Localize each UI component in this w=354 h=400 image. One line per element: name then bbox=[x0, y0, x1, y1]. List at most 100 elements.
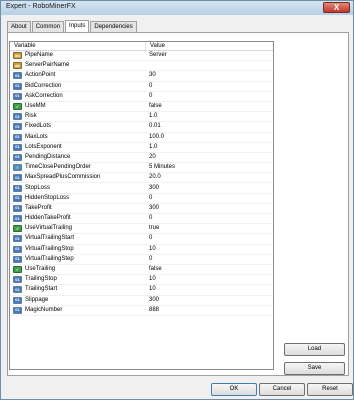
number-icon: 01 bbox=[13, 174, 22, 182]
number-icon: 01 bbox=[13, 153, 22, 161]
title-bar[interactable]: Expert - RoboMinerFX X bbox=[1, 1, 353, 15]
table-row[interactable]: 01 TrailingStop 10 bbox=[10, 275, 273, 286]
table-row[interactable]: ab ServerPairName bbox=[10, 61, 273, 72]
parameter-value[interactable]: false bbox=[146, 102, 273, 111]
table-row[interactable]: 01 Slippage 300 bbox=[10, 296, 273, 306]
parameter-value[interactable]: false bbox=[146, 265, 273, 274]
tab-inputs[interactable]: Inputs bbox=[65, 20, 90, 32]
table-row[interactable]: 01 PendingDistance 20 bbox=[10, 153, 273, 164]
variable-cell[interactable]: 01 HiddenStopLoss bbox=[10, 194, 146, 203]
table-row[interactable]: 01 VirtualTrailingStop 10 bbox=[10, 245, 273, 255]
table-row[interactable]: 01 MaxLots 100.0 bbox=[10, 133, 273, 143]
parameter-value[interactable]: 0 bbox=[146, 255, 273, 264]
table-row[interactable]: 01 ActionPoint 30 bbox=[10, 71, 273, 82]
table-row[interactable]: 01 HiddenTakeProfit 0 bbox=[10, 214, 273, 225]
table-row[interactable]: 01 LotsExponent 1.0 bbox=[10, 143, 273, 153]
table-row[interactable]: ≡ TimeClosePendingOrder 5 Minutes bbox=[10, 163, 273, 174]
parameter-value[interactable]: 0 bbox=[146, 234, 273, 243]
parameter-value[interactable]: 300 bbox=[146, 204, 273, 213]
variable-cell[interactable]: 01 PendingDistance bbox=[10, 153, 146, 162]
tab-common[interactable]: Common bbox=[31, 21, 65, 32]
variable-cell[interactable]: 01 MagicNumber bbox=[10, 306, 146, 315]
variable-cell[interactable]: 01 HiddenTakeProfit bbox=[10, 214, 146, 223]
tab-about[interactable]: About bbox=[7, 21, 31, 32]
table-row[interactable]: ✓ UseVirtualTrailing true bbox=[10, 224, 273, 235]
reset-button[interactable]: Reset bbox=[307, 383, 353, 396]
parameter-value[interactable]: 20.0 bbox=[146, 173, 273, 182]
variable-cell[interactable]: 01 VirtualTrailingStep bbox=[10, 255, 146, 264]
table-row[interactable]: 01 BidCorrection 0 bbox=[10, 82, 273, 92]
variable-cell[interactable]: ≡ TimeClosePendingOrder bbox=[10, 163, 146, 172]
ok-button[interactable]: OK bbox=[211, 383, 257, 396]
variable-cell[interactable]: 01 AskCorrection bbox=[10, 92, 146, 101]
parameter-value[interactable]: Server bbox=[146, 51, 273, 60]
variable-cell[interactable]: 01 LotsExponent bbox=[10, 143, 146, 152]
table-row[interactable]: 01 VirtualTrailingStart 0 bbox=[10, 234, 273, 245]
variable-cell[interactable]: 01 TakeProfit bbox=[10, 204, 146, 213]
variable-cell[interactable]: 01 StopLoss bbox=[10, 183, 146, 192]
grid-rows: ab PipeName Server ab ServerPairName 01 Action… bbox=[10, 51, 273, 316]
save-button[interactable]: Save bbox=[284, 362, 345, 375]
variable-cell[interactable]: ab ServerPairName bbox=[10, 61, 146, 70]
table-row[interactable]: 01 TrailingStart 10 bbox=[10, 285, 273, 296]
variable-cell[interactable]: 01 TrailingStart bbox=[10, 285, 146, 294]
parameter-value[interactable]: 300 bbox=[146, 296, 273, 305]
tab-dependencies[interactable]: Dependencies bbox=[90, 21, 137, 32]
number-icon: 01 bbox=[13, 235, 22, 243]
variable-cell[interactable]: 01 Risk bbox=[10, 112, 146, 121]
variable-cell[interactable]: ✓ UseMM bbox=[10, 102, 146, 111]
variable-cell[interactable]: 01 BidCorrection bbox=[10, 82, 146, 91]
variable-cell[interactable]: ab PipeName bbox=[10, 51, 146, 60]
parameter-value[interactable]: 888 bbox=[146, 306, 273, 315]
variable-cell[interactable]: 01 TrailingStop bbox=[10, 275, 146, 284]
close-button[interactable]: X bbox=[323, 2, 350, 13]
ab-icon: ab bbox=[13, 62, 22, 70]
parameter-value[interactable]: 20 bbox=[146, 153, 273, 162]
variable-cell[interactable]: 01 MaxSpreadPlusCommission bbox=[10, 173, 146, 182]
parameter-value[interactable]: 300 bbox=[146, 184, 273, 193]
table-row[interactable]: 01 StopLoss 300 bbox=[10, 183, 273, 194]
parameter-value[interactable]: 10 bbox=[146, 245, 273, 254]
table-row[interactable]: 01 HiddenStopLoss 0 bbox=[10, 194, 273, 204]
parameter-value[interactable]: 0 bbox=[146, 214, 273, 223]
table-row[interactable]: 01 MagicNumber 888 bbox=[10, 306, 273, 316]
table-row[interactable]: ab PipeName Server bbox=[10, 51, 273, 62]
value-column-header[interactable]: Value bbox=[146, 42, 273, 50]
number-icon: 01 bbox=[13, 123, 22, 131]
parameter-value[interactable]: 0 bbox=[146, 82, 273, 91]
parameter-name: LotsExponent bbox=[25, 143, 62, 150]
variable-cell[interactable]: 01 Slippage bbox=[10, 296, 146, 305]
table-row[interactable]: 01 AskCorrection 0 bbox=[10, 92, 273, 102]
parameter-value[interactable]: 1.0 bbox=[146, 112, 273, 121]
parameter-value[interactable]: 1.0 bbox=[146, 143, 273, 152]
variable-cell[interactable]: ✓ UseTrailing bbox=[10, 265, 146, 274]
table-row[interactable]: 01 MaxSpreadPlusCommission 20.0 bbox=[10, 173, 273, 184]
table-row[interactable]: ✓ UseMM false bbox=[10, 102, 273, 113]
parameter-value[interactable]: 0 bbox=[146, 194, 273, 203]
variable-cell[interactable]: 01 VirtualTrailingStop bbox=[10, 245, 146, 254]
number-icon: 01 bbox=[13, 215, 22, 223]
parameter-value[interactable]: 10 bbox=[146, 285, 273, 294]
variable-cell[interactable]: 01 VirtualTrailingStart bbox=[10, 234, 146, 243]
table-row[interactable]: 01 Risk 1.0 bbox=[10, 112, 273, 123]
variable-column-header[interactable]: Variable bbox=[10, 42, 146, 50]
parameter-value[interactable]: 10 bbox=[146, 275, 273, 284]
parameter-value[interactable]: 5 Minutes bbox=[146, 163, 273, 172]
table-row[interactable]: 01 TakeProfit 300 bbox=[10, 204, 273, 214]
parameter-name: UseMM bbox=[25, 103, 46, 110]
variable-cell[interactable]: 01 MaxLots bbox=[10, 133, 146, 142]
variable-cell[interactable]: ✓ UseVirtualTrailing bbox=[10, 224, 146, 233]
cancel-button[interactable]: Cancel bbox=[259, 383, 305, 396]
parameter-value[interactable]: 100.0 bbox=[146, 133, 273, 142]
parameter-value[interactable]: 30 bbox=[146, 71, 273, 80]
parameter-value[interactable]: 0.01 bbox=[146, 122, 273, 131]
table-row[interactable]: 01 VirtualTrailingStep 0 bbox=[10, 255, 273, 265]
variable-cell[interactable]: 01 FixedLots bbox=[10, 122, 146, 131]
parameter-value[interactable]: 0 bbox=[146, 92, 273, 101]
table-row[interactable]: 01 FixedLots 0.01 bbox=[10, 122, 273, 133]
load-button[interactable]: Load bbox=[284, 343, 345, 356]
bool-icon: ✓ bbox=[13, 266, 22, 274]
table-row[interactable]: ✓ UseTrailing false bbox=[10, 265, 273, 276]
variable-cell[interactable]: 01 ActionPoint bbox=[10, 71, 146, 80]
parameter-value[interactable]: true bbox=[146, 224, 273, 233]
